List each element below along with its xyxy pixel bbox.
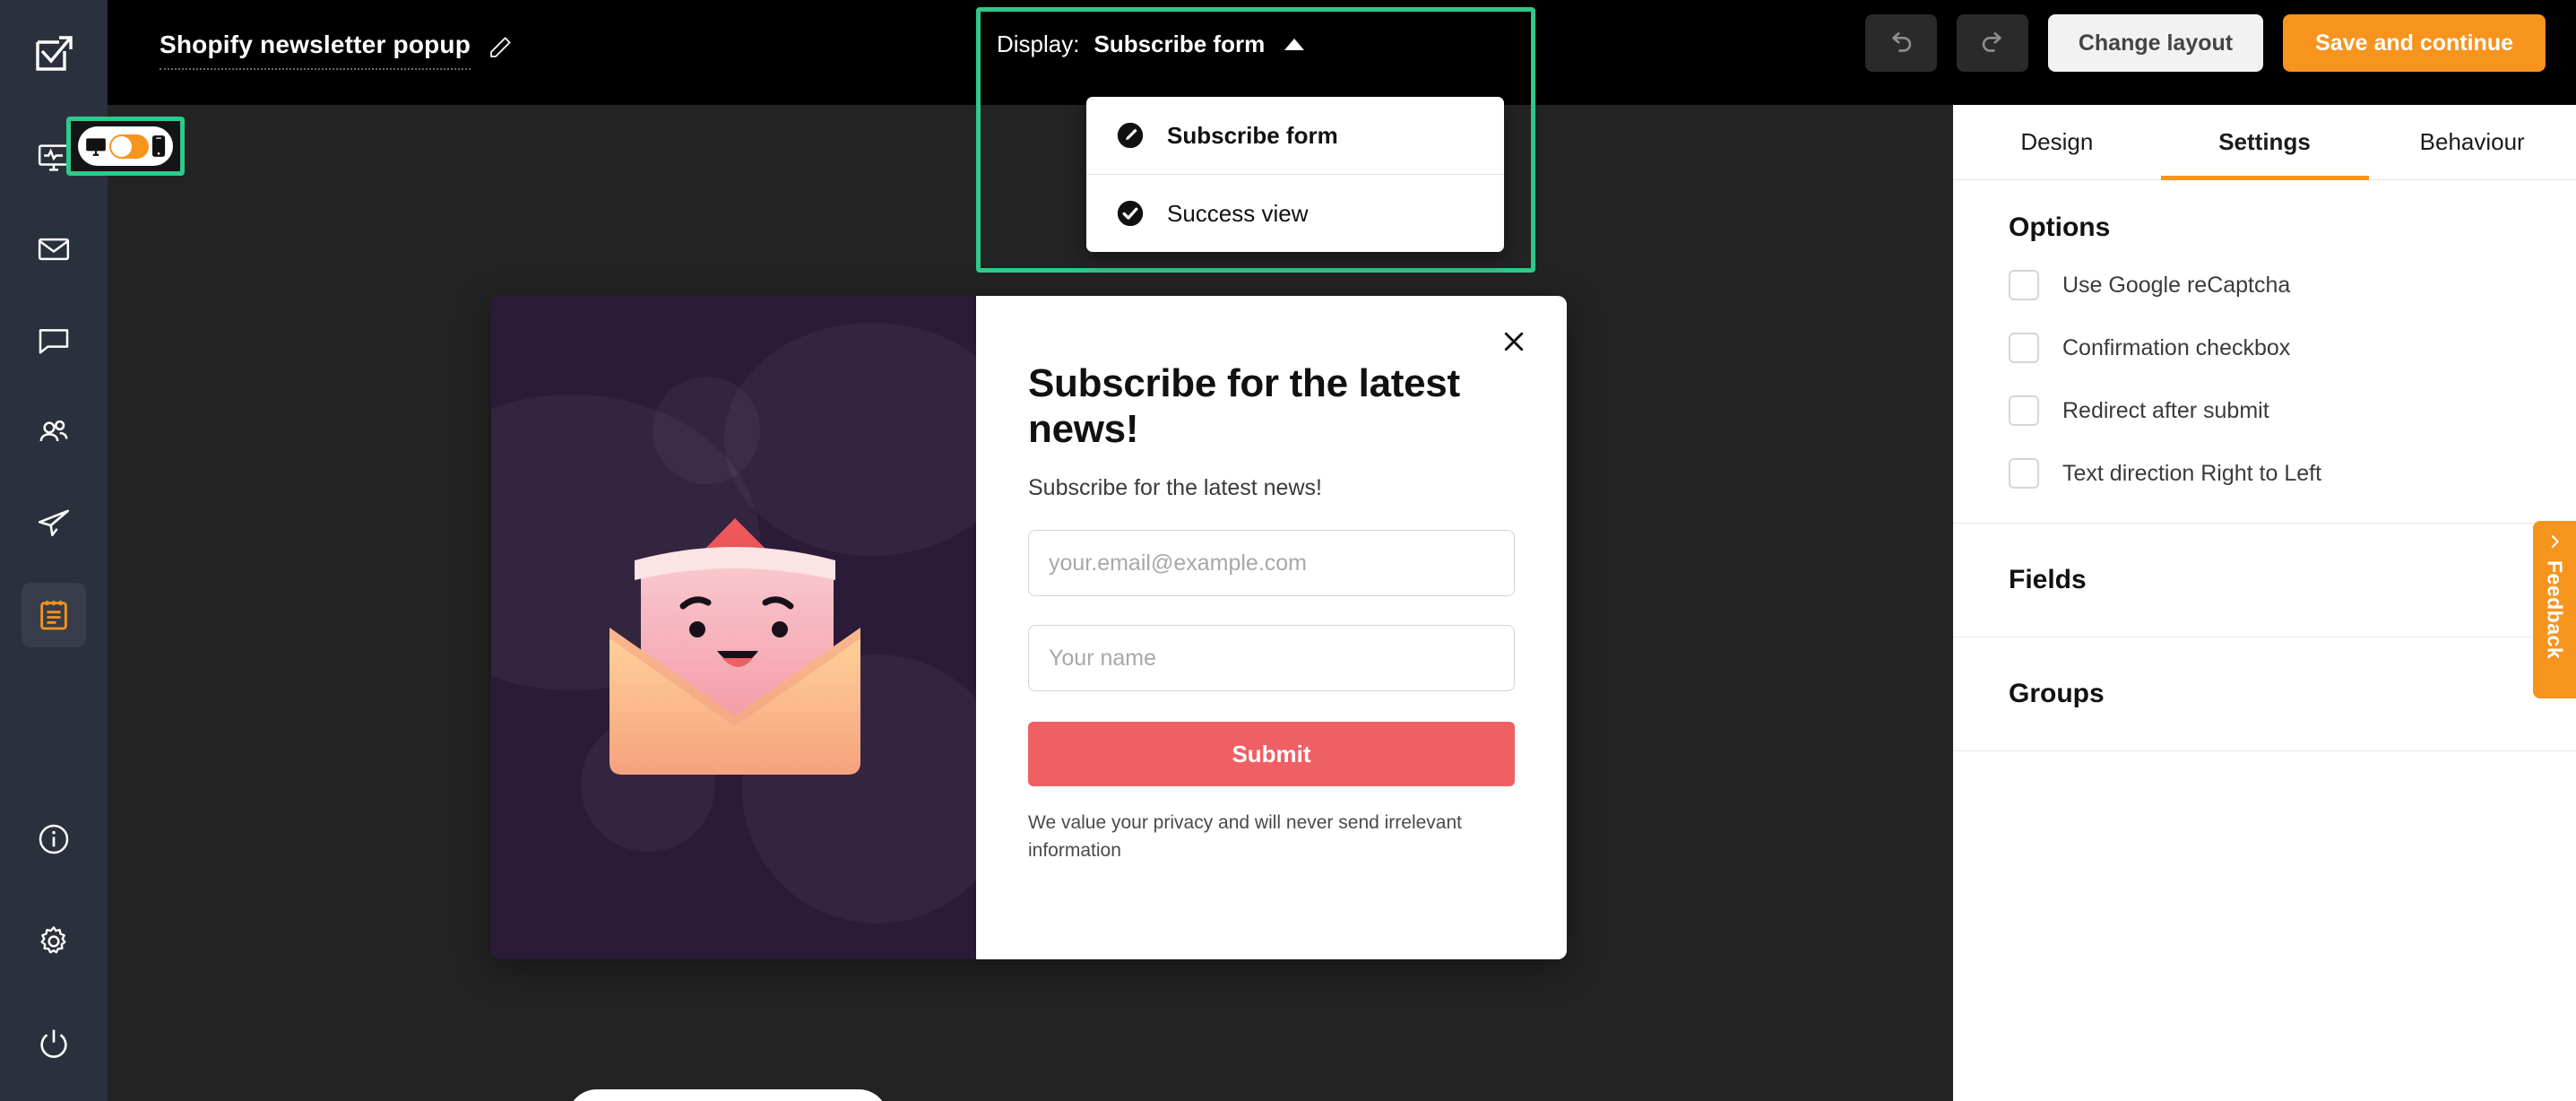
popup-form-panel: Subscribe for the latest news! Subscribe… [976, 296, 1567, 959]
option-use-google-recaptcha[interactable]: Use Google reCaptcha [2009, 270, 2520, 300]
option-label: Redirect after submit [2062, 397, 2269, 423]
change-layout-button[interactable]: Change layout [2047, 14, 2264, 72]
display-label: Display: [997, 30, 1080, 57]
redo-icon [1982, 32, 2001, 52]
pencil-icon [490, 37, 511, 57]
power-icon [40, 1029, 67, 1058]
undo-button[interactable] [1864, 14, 1937, 72]
name-input[interactable] [1028, 625, 1515, 692]
popup-close-button[interactable] [1497, 325, 1531, 359]
display-selector[interactable]: Display: Subscribe form [997, 30, 1305, 58]
device-switch[interactable] [109, 134, 149, 159]
popup-subtitle: Subscribe for the latest news! [1028, 475, 1322, 501]
sidebar-item-automation[interactable] [22, 491, 86, 556]
device-toggle[interactable] [78, 126, 173, 166]
checkbox-icon[interactable] [2009, 458, 2039, 489]
option-text-direction-rtl[interactable]: Text direction Right to Left [2009, 458, 2520, 489]
sidebar-bottom-nav [0, 807, 108, 1076]
popup-illustration-panel [491, 296, 976, 959]
popup-preview: Subscribe for the latest news! Subscribe… [491, 296, 1567, 959]
dropdown-item-subscribe-form[interactable]: Subscribe form [1086, 97, 1504, 174]
people-icon [39, 420, 68, 442]
email-field-wrap [1028, 530, 1515, 597]
options-section: Options Use Google reCaptcha Confirmatio… [1953, 180, 2576, 524]
submit-button[interactable]: Submit [1028, 722, 1515, 787]
checkbox-icon[interactable] [2009, 333, 2039, 363]
tab-design[interactable]: Design [1953, 105, 2161, 179]
option-confirmation-checkbox[interactable]: Confirmation checkbox [2009, 333, 2520, 363]
caret-up-icon [1284, 39, 1305, 50]
smiling-envelope-letter-illustration [609, 518, 860, 775]
feedback-tab[interactable]: Feedback [2533, 521, 2576, 698]
email-input[interactable] [1028, 530, 1515, 597]
fields-title: Fields [2009, 565, 2087, 594]
options-list: Use Google reCaptcha Confirmation checkb… [2009, 270, 2520, 489]
edit-title-button[interactable] [487, 34, 514, 61]
panel-tabs: Design Settings Behaviour [1953, 105, 2576, 180]
info-circle-icon [39, 824, 69, 854]
undo-icon [1892, 32, 1912, 52]
checkbox-icon[interactable] [2009, 270, 2039, 300]
groups-section[interactable]: Groups [1953, 637, 2576, 751]
sidebar-item-audience[interactable] [22, 400, 86, 464]
sidebar-item-campaigns[interactable] [22, 217, 86, 282]
redo-button[interactable] [1956, 14, 2028, 72]
option-label: Text direction Right to Left [2062, 460, 2322, 486]
pencil-circle-icon [1117, 122, 1144, 149]
sidebar-item-info[interactable] [22, 807, 86, 871]
display-selected-value: Subscribe form [1094, 30, 1266, 57]
save-and-continue-button[interactable]: Save and continue [2283, 14, 2546, 72]
sidebar-item-messages[interactable] [22, 308, 86, 373]
mobile-phone-icon [151, 135, 166, 157]
made-with-sender-badge[interactable]: Made with Sender [567, 1089, 888, 1101]
header-actions: Change layout Save and continue [1864, 14, 2546, 72]
option-label: Use Google reCaptcha [2062, 272, 2291, 298]
envelope-icon [38, 238, 70, 261]
tab-behaviour[interactable]: Behaviour [2368, 105, 2576, 179]
gear-icon [40, 926, 66, 954]
display-dropdown-menu: Subscribe form Success view [1086, 97, 1504, 252]
sidebar-item-logout[interactable] [22, 1011, 86, 1076]
device-toggle-highlight [66, 117, 185, 176]
sender-checkmark-arrow-logo [36, 36, 73, 71]
sidebar-item-settings[interactable] [22, 909, 86, 974]
option-redirect-after-submit[interactable]: Redirect after submit [2009, 395, 2520, 426]
notepad-icon [40, 601, 67, 630]
check-circle-icon [1117, 200, 1144, 227]
groups-title: Groups [2009, 679, 2105, 708]
sidebar-item-forms[interactable] [22, 583, 86, 647]
fields-section[interactable]: Fields [1953, 524, 2576, 637]
options-title: Options [2009, 212, 2111, 242]
document-title-group: Shopify newsletter popup [160, 30, 514, 70]
dropdown-item-label: Success view [1167, 199, 1309, 227]
sidebar-nav [22, 126, 86, 674]
document-title[interactable]: Shopify newsletter popup [160, 30, 471, 70]
chevron-right-icon [2551, 535, 2559, 548]
popup-title: Subscribe for the latest news! [1028, 361, 1460, 452]
dropdown-item-success-view[interactable]: Success view [1086, 174, 1504, 252]
settings-panel: Design Settings Behaviour Options Use Go… [1953, 105, 2576, 1101]
feedback-label: Feedback [2543, 560, 2567, 660]
checkbox-icon[interactable] [2009, 395, 2039, 426]
app-root: Shopify newsletter popup Change layout S… [0, 0, 2576, 1101]
tab-settings[interactable]: Settings [2161, 105, 2369, 179]
brand-logo[interactable] [0, 0, 108, 106]
option-label: Confirmation checkbox [2062, 334, 2291, 360]
close-x-icon [1504, 332, 1524, 351]
desktop-monitor-icon [86, 138, 106, 156]
chat-bubble-icon [39, 329, 69, 354]
switch-knob [111, 135, 132, 157]
dropdown-item-label: Subscribe form [1167, 121, 1338, 149]
paper-plane-icon [38, 509, 70, 537]
name-field-wrap [1028, 625, 1515, 692]
privacy-note: We value your privacy and will never sen… [1028, 812, 1463, 861]
